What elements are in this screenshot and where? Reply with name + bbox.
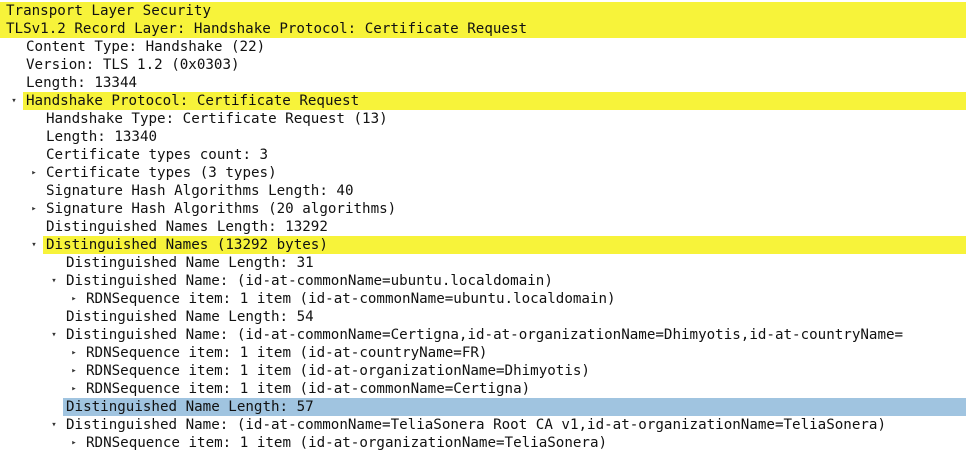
expand-arrow-icon[interactable]: ▾ — [28, 236, 40, 254]
tree-row[interactable]: Distinguished Name Length: 31 — [0, 254, 966, 272]
collapse-arrow-icon[interactable]: ▸ — [68, 380, 80, 398]
collapse-arrow-icon[interactable]: ▸ — [28, 200, 40, 218]
collapse-arrow-icon[interactable]: ▸ — [68, 434, 80, 452]
tree-row[interactable]: ▾ Distinguished Names (13292 bytes) — [0, 236, 966, 254]
tree-row-label: Distinguished Name Length: 57 — [66, 399, 314, 415]
tree-row[interactable]: Distinguished Name Length: 54 — [0, 308, 966, 326]
tree-row-label: Distinguished Name: (id-at-commonName=Te… — [66, 417, 886, 433]
tree-row-label: Certificate types (3 types) — [46, 165, 277, 181]
tree-row-label: Distinguished Name: (id-at-commonName=Ce… — [66, 327, 904, 343]
packet-details-tree: Transport Layer Security▾TLSv1.2 Record … — [0, 2, 966, 452]
tree-row[interactable]: Length: 13344 — [0, 74, 966, 92]
tree-row-label: RDNSequence item: 1 item (id-at-organiza… — [86, 363, 590, 379]
tree-row[interactable]: Signature Hash Algorithms Length: 40 — [0, 182, 966, 200]
tree-row-label: RDNSequence item: 1 item (id-at-organiza… — [86, 435, 608, 451]
tree-row-label: RDNSequence item: 1 item (id-at-commonNa… — [86, 381, 531, 397]
tree-row-label: Version: TLS 1.2 (0x0303) — [26, 57, 240, 73]
collapse-arrow-icon[interactable]: ▸ — [68, 290, 80, 308]
tree-row[interactable]: ▸ RDNSequence item: 1 item (id-at-organiz… — [0, 434, 966, 452]
tree-row[interactable]: ▾ Distinguished Name: (id-at-commonName=T… — [0, 416, 966, 434]
tree-row[interactable]: ▾ Handshake Protocol: Certificate Request — [0, 92, 966, 110]
tree-row[interactable]: ▸ RDNSequence item: 1 item (id-at-commonN… — [0, 290, 966, 308]
tree-row[interactable]: ▾ Distinguished Name: (id-at-commonName=C… — [0, 326, 966, 344]
collapse-arrow-icon[interactable]: ▸ — [68, 362, 80, 380]
tree-row-label: Certificate types count: 3 — [46, 147, 269, 163]
tree-row[interactable]: Distinguished Names Length: 13292 — [0, 218, 966, 236]
tree-row[interactable]: ▸ Certificate types (3 types) — [0, 164, 966, 182]
tree-row-label: TLSv1.2 Record Layer: Handshake Protocol… — [6, 21, 528, 37]
tree-row-label: Distinguished Name Length: 54 — [66, 309, 314, 325]
tree-row-label: Handshake Type: Certificate Request (13) — [46, 111, 388, 127]
expand-arrow-icon[interactable]: ▾ — [48, 326, 60, 344]
tree-row[interactable]: ▸ RDNSequence item: 1 item (id-at-country… — [0, 344, 966, 362]
tree-row-label: Distinguished Names Length: 13292 — [46, 219, 328, 235]
tree-row[interactable]: Transport Layer Security — [0, 2, 966, 20]
tree-row-label: Handshake Protocol: Certificate Request — [26, 93, 360, 109]
tree-row[interactable]: Version: TLS 1.2 (0x0303) — [0, 56, 966, 74]
collapse-arrow-icon[interactable]: ▸ — [28, 164, 40, 182]
expand-arrow-icon[interactable]: ▾ — [48, 272, 60, 290]
tree-row-label: Transport Layer Security — [6, 3, 211, 19]
tree-row-label: Content Type: Handshake (22) — [26, 39, 266, 55]
tree-row-label: Signature Hash Algorithms (20 algorithms… — [46, 201, 397, 217]
tree-row-label: Distinguished Names (13292 bytes) — [46, 237, 328, 253]
tree-row-label: RDNSequence item: 1 item (id-at-countryN… — [86, 345, 488, 361]
tree-row-label: Length: 13340 — [46, 129, 158, 145]
tree-row[interactable]: Distinguished Name Length: 57 — [0, 398, 966, 416]
tree-row[interactable]: ▾ Distinguished Name: (id-at-commonName=u… — [0, 272, 966, 290]
tree-row[interactable]: ▾TLSv1.2 Record Layer: Handshake Protoco… — [0, 20, 966, 38]
tree-row[interactable]: Content Type: Handshake (22) — [0, 38, 966, 56]
tree-row-label: Length: 13344 — [26, 75, 138, 91]
tree-row[interactable]: ▸ Signature Hash Algorithms (20 algorithm… — [0, 200, 966, 218]
tree-row-label: RDNSequence item: 1 item (id-at-commonNa… — [86, 291, 616, 307]
tree-row-label: Distinguished Name: (id-at-commonName=ub… — [66, 273, 553, 289]
tree-row-label: Distinguished Name Length: 31 — [66, 255, 314, 271]
tree-row[interactable]: Handshake Type: Certificate Request (13) — [0, 110, 966, 128]
tree-row[interactable]: ▸ RDNSequence item: 1 item (id-at-commonN… — [0, 380, 966, 398]
tree-row[interactable]: ▸ RDNSequence item: 1 item (id-at-organiz… — [0, 362, 966, 380]
tree-row[interactable]: Certificate types count: 3 — [0, 146, 966, 164]
expand-arrow-icon[interactable]: ▾ — [48, 416, 60, 434]
collapse-arrow-icon[interactable]: ▸ — [68, 344, 80, 362]
expand-arrow-icon[interactable]: ▾ — [8, 92, 20, 110]
tree-row-label: Signature Hash Algorithms Length: 40 — [46, 183, 354, 199]
tree-row[interactable]: Length: 13340 — [0, 128, 966, 146]
